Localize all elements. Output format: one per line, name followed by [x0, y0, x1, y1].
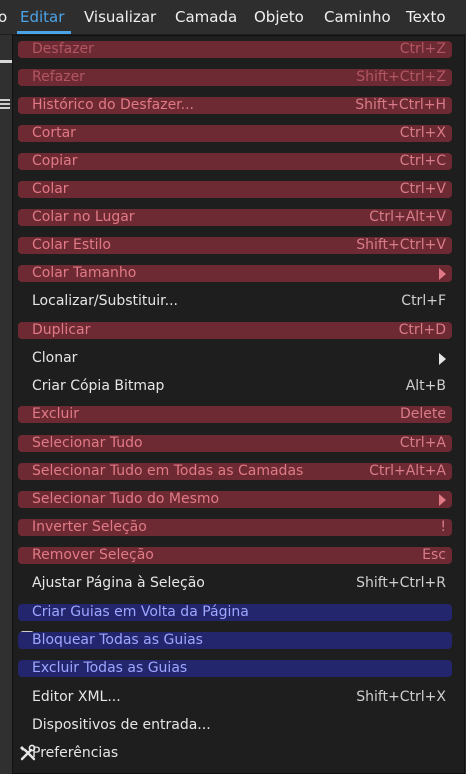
menu-item-shortcut: Ctrl+A [399, 435, 446, 451]
menu-item-clonar[interactable]: Clonar [18, 350, 452, 367]
menu-item-label: Ajustar Página à Seleção [32, 575, 205, 591]
menu-item-label: Selecionar Tudo do Mesmo [32, 491, 220, 507]
menu-item-label: Localizar/Substituir... [32, 293, 178, 309]
menu-item-editor-xml[interactable]: Editor XML... Shift+Ctrl+X [18, 689, 452, 706]
menubar-item-caminho[interactable]: Caminho [324, 0, 391, 34]
active-menu-underline [17, 31, 71, 34]
menu-item-historico-desfazer[interactable]: Histórico do Desfazer... Shift+Ctrl+H [18, 97, 452, 114]
menu-item-excluir[interactable]: Excluir Delete [18, 406, 452, 423]
menu-item-ajustar-pagina[interactable]: Ajustar Página à Seleção Shift+Ctrl+R [18, 575, 452, 592]
menu-item-criar-guias[interactable]: Criar Guias em Volta da Página [18, 604, 452, 621]
menu-item-shortcut: Ctrl+V [399, 181, 446, 197]
menu-item-label: Excluir Todas as Guias [32, 660, 188, 676]
menu-item-selecionar-tudo[interactable]: Selecionar Tudo Ctrl+A [18, 435, 452, 452]
menu-item-label: Preferências [32, 745, 119, 761]
menu-item-colar[interactable]: Colar Ctrl+V [18, 181, 452, 198]
menubar-item-visualizar[interactable]: Visualizar [84, 0, 156, 34]
menu-item-label: Duplicar [32, 322, 91, 338]
menu-item-label: Criar Guias em Volta da Página [32, 604, 249, 620]
background-line [0, 60, 12, 63]
menu-item-colar-estilo[interactable]: Colar Estilo Shift+Ctrl+V [18, 237, 452, 254]
menubar-item-camada[interactable]: Camada [175, 0, 237, 34]
menubar-item-objeto[interactable]: Objeto [254, 0, 304, 34]
menu-item-remover-selecao[interactable]: Remover Seleção Esc [18, 547, 452, 564]
menu-item-duplicar[interactable]: Duplicar Ctrl+D [18, 322, 452, 339]
menu-item-shortcut: Ctrl+Z [399, 41, 446, 57]
menu-item-label: Colar no Lugar [32, 209, 135, 225]
menu-item-shortcut: Ctrl+C [399, 153, 446, 169]
menu-item-localizar-substituir[interactable]: Localizar/Substituir... Ctrl+F [18, 293, 452, 310]
menu-item-excluir-guias[interactable]: Excluir Todas as Guias [18, 660, 452, 677]
menu-item-shortcut: Shift+Ctrl+X [356, 689, 446, 705]
menu-item-desfazer[interactable]: Desfazer Ctrl+Z [18, 41, 452, 58]
menu-item-label: Inverter Seleção [32, 519, 147, 535]
menu-item-criar-copia-bitmap[interactable]: Criar Cópia Bitmap Alt+B [18, 378, 452, 395]
menubar-item-editar[interactable]: Editar [20, 0, 64, 34]
menu-item-shortcut: Ctrl+D [398, 322, 446, 338]
menu-item-shortcut: Ctrl+F [401, 293, 446, 309]
menu-item-shortcut: Shift+Ctrl+V [356, 237, 446, 253]
menubar-item-texto[interactable]: Texto [406, 0, 446, 34]
menu-item-label: Copiar [32, 153, 78, 169]
menu-item-label: Cortar [32, 125, 76, 141]
menu-item-label: Refazer [32, 69, 85, 85]
menu-item-dispositivos-entrada[interactable]: Dispositivos de entrada... [18, 717, 452, 734]
menu-item-bloquear-guias[interactable]: Bloquear Todas as Guias [18, 632, 452, 649]
menu-item-shortcut: Esc [422, 547, 446, 563]
menu-item-inverter-selecao[interactable]: Inverter Seleção ! [18, 519, 452, 536]
menu-item-refazer[interactable]: Refazer Shift+Ctrl+Z [18, 69, 452, 86]
menubar: o Editar Visualizar Camada Objeto Caminh… [0, 0, 466, 35]
menu-item-label: Histórico do Desfazer... [32, 97, 195, 113]
menu-item-shortcut: Shift+Ctrl+Z [356, 69, 446, 85]
background-menu-icon [0, 97, 10, 111]
menu-item-shortcut: Delete [400, 406, 446, 422]
menu-item-cortar[interactable]: Cortar Ctrl+X [18, 125, 452, 142]
menu-item-label: Remover Seleção [32, 547, 154, 563]
menu-item-shortcut: Shift+Ctrl+R [356, 575, 446, 591]
background-panel [0, 35, 12, 774]
menu-item-label: Colar Tamanho [32, 265, 137, 281]
menu-item-preferencias[interactable]: Preferências [18, 745, 452, 762]
menu-item-selecionar-tudo-mesmo[interactable]: Selecionar Tudo do Mesmo [18, 491, 452, 508]
menu-item-shortcut: Shift+Ctrl+H [355, 97, 446, 113]
menu-item-label: Colar [32, 181, 69, 197]
chevron-right-icon [439, 494, 446, 506]
menu-item-colar-tamanho[interactable]: Colar Tamanho [18, 265, 452, 282]
menu-item-label: Clonar [32, 350, 78, 366]
menu-item-label: Desfazer [32, 41, 94, 57]
menu-item-shortcut: Ctrl+X [399, 125, 446, 141]
chevron-right-icon [439, 353, 446, 365]
menu-item-label: Selecionar Tudo [32, 435, 143, 451]
menu-item-label: Colar Estilo [32, 237, 111, 253]
menu-item-copiar[interactable]: Copiar Ctrl+C [18, 153, 452, 170]
menu-item-label: Editor XML... [32, 689, 121, 705]
menu-item-colar-no-lugar[interactable]: Colar no Lugar Ctrl+Alt+V [18, 209, 452, 226]
menubar-item-partial[interactable]: o [0, 0, 7, 34]
menu-item-shortcut: Alt+B [405, 378, 446, 394]
menu-item-shortcut: Ctrl+Alt+V [369, 209, 446, 225]
menu-item-label: Criar Cópia Bitmap [32, 378, 165, 394]
menu-item-shortcut: Ctrl+Alt+A [369, 463, 446, 479]
menu-item-label: Excluir [32, 406, 79, 422]
menu-item-label: Dispositivos de entrada... [32, 717, 211, 733]
menu-item-selecionar-tudo-camadas[interactable]: Selecionar Tudo em Todas as Camadas Ctrl… [18, 463, 452, 480]
menu-item-shortcut: ! [440, 519, 446, 535]
menu-item-label: Bloquear Todas as Guias [32, 632, 203, 648]
menu-item-label: Selecionar Tudo em Todas as Camadas [32, 463, 304, 479]
chevron-right-icon [439, 268, 446, 280]
